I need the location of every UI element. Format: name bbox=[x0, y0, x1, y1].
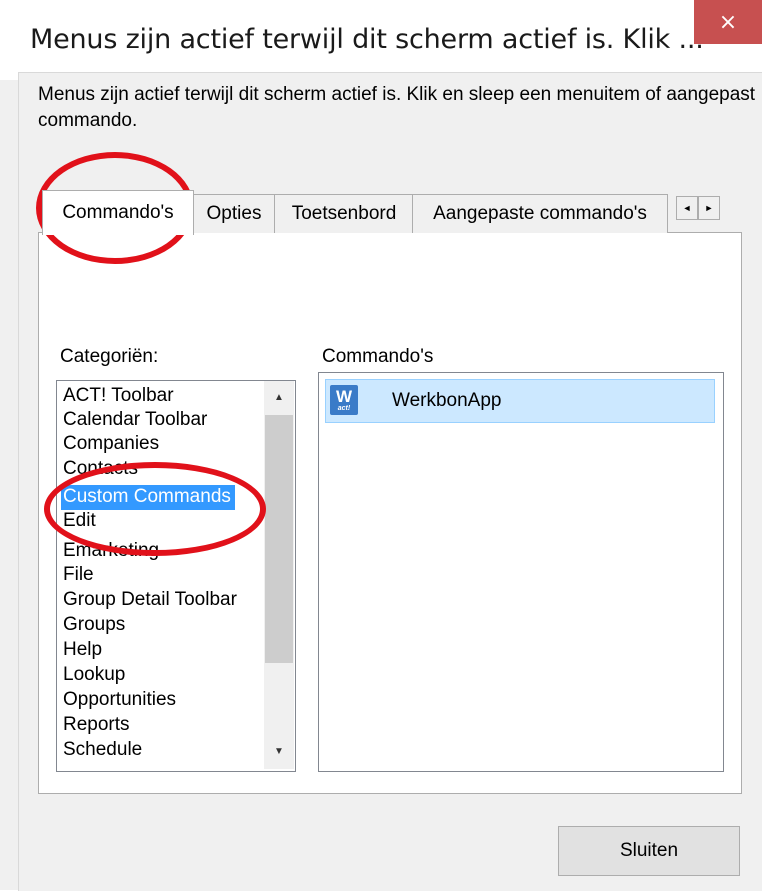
werkbonapp-icon: W act! bbox=[330, 385, 358, 415]
list-item[interactable]: File bbox=[63, 563, 98, 588]
list-item[interactable]: Companies bbox=[63, 432, 163, 457]
tab-scroll-right-button[interactable]: ► bbox=[698, 196, 720, 220]
tab-opties[interactable]: Opties bbox=[192, 194, 276, 233]
tab-scroll-left-button[interactable]: ◄ bbox=[676, 196, 698, 220]
list-item[interactable]: Lookup bbox=[63, 663, 129, 688]
scroll-down-button[interactable]: ▼ bbox=[264, 739, 294, 763]
caret-left-icon: ◄ bbox=[682, 203, 692, 213]
window-close-button[interactable]: × bbox=[694, 0, 762, 44]
list-item[interactable]: Edit bbox=[63, 509, 100, 534]
list-item[interactable]: ACT! Toolbar bbox=[63, 384, 178, 409]
commands-list[interactable]: W act! WerkbonApp bbox=[318, 372, 724, 772]
tab-commandos[interactable]: Commando's bbox=[42, 190, 194, 235]
list-item[interactable]: Group Detail Toolbar bbox=[63, 588, 241, 613]
list-item[interactable]: Opportunities bbox=[63, 688, 180, 713]
caret-right-icon: ► bbox=[704, 203, 714, 213]
chevron-up-icon: ▲ bbox=[274, 391, 284, 403]
list-item[interactable]: Groups bbox=[63, 613, 129, 638]
close-button[interactable]: Sluiten bbox=[558, 826, 740, 876]
list-item[interactable]: Calendar Toolbar bbox=[63, 408, 211, 433]
close-icon: × bbox=[718, 9, 738, 35]
list-item[interactable]: Reports bbox=[63, 713, 134, 738]
window-title: Menus zijn actief terwijl dit scherm act… bbox=[30, 24, 704, 55]
customize-dialog: Menus zijn actief terwijl dit scherm act… bbox=[0, 0, 762, 891]
list-item[interactable]: Schedule bbox=[63, 738, 146, 763]
categories-list[interactable]: ACT! Toolbar Calendar Toolbar Companies … bbox=[56, 380, 296, 772]
tab-aangepaste-commandos[interactable]: Aangepaste commando's bbox=[412, 194, 668, 233]
list-item[interactable]: Contacts bbox=[63, 457, 142, 482]
list-item[interactable]: Emarketing bbox=[63, 539, 163, 564]
scroll-up-button[interactable]: ▲ bbox=[264, 385, 294, 409]
command-item-werkbonapp[interactable]: W act! WerkbonApp bbox=[325, 379, 715, 423]
categories-label: Categoriën: bbox=[60, 346, 159, 367]
tab-toetsenbord[interactable]: Toetsenbord bbox=[274, 194, 414, 233]
list-item-selected[interactable]: Custom Commands bbox=[61, 485, 235, 510]
categories-scrollbar[interactable]: ▲ ▼ bbox=[264, 381, 294, 769]
commands-label: Commando's bbox=[322, 346, 434, 367]
scrollbar-thumb[interactable] bbox=[265, 415, 293, 663]
command-item-label: WerkbonApp bbox=[392, 390, 502, 411]
list-item[interactable]: Help bbox=[63, 638, 106, 663]
instructions-text: Menus zijn actief terwijl dit scherm act… bbox=[38, 84, 756, 131]
chevron-down-icon: ▼ bbox=[274, 745, 284, 757]
